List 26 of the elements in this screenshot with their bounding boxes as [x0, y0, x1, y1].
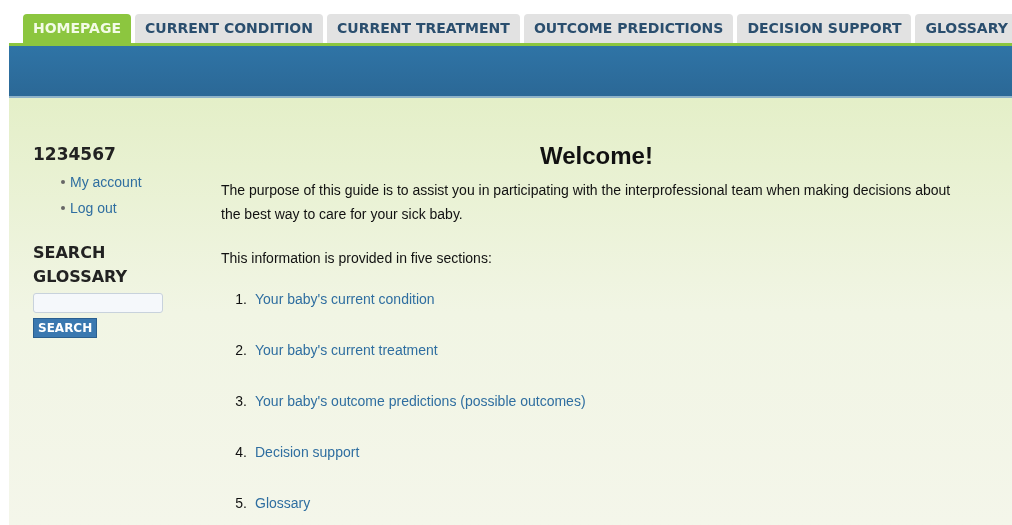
nav-tab[interactable]: CURRENT TREATMENT: [327, 14, 520, 43]
bullet-icon: [61, 180, 65, 184]
search-field[interactable]: [33, 292, 163, 313]
user-id: 1234567: [33, 143, 117, 166]
section-link[interactable]: Glossary: [255, 493, 311, 514]
section-link[interactable]: Your baby's current condition: [255, 289, 435, 310]
nav-tab[interactable]: DECISION SUPPORT: [737, 14, 912, 43]
list-number: 3.: [234, 392, 247, 411]
bullet-icon: [61, 206, 65, 210]
list-number: 1.: [234, 290, 247, 309]
list-number: 4.: [234, 443, 247, 462]
nav-tab[interactable]: CURRENT CONDITION: [135, 14, 323, 43]
section-link[interactable]: Decision support: [255, 442, 360, 463]
list-number: 5.: [234, 494, 247, 513]
section-link[interactable]: Your baby's current treatment: [255, 340, 438, 361]
search-button[interactable]: SEARCH: [33, 317, 98, 338]
search-title: SEARCH GLOSSARY: [33, 241, 129, 288]
section-link[interactable]: Your baby's outcome predictions (possible outcomes): [255, 391, 586, 412]
sidebar-link[interactable]: My account: [70, 171, 142, 193]
intro-paragraph: The purpose of this guide is to assist you in participating with the interprofessional team when making decisions about the best way to care for your sick baby.: [221, 181, 952, 224]
page-title: Welcome!: [539, 142, 654, 170]
nav-tab[interactable]: GLOSSARY: [915, 14, 1012, 43]
sections-lead: This information is provided in five sections:: [221, 249, 493, 268]
list-number: 2.: [234, 341, 247, 360]
nav-tab[interactable]: OUTCOME PREDICTIONS: [523, 14, 734, 43]
sidebar-link[interactable]: Log out: [70, 197, 117, 219]
